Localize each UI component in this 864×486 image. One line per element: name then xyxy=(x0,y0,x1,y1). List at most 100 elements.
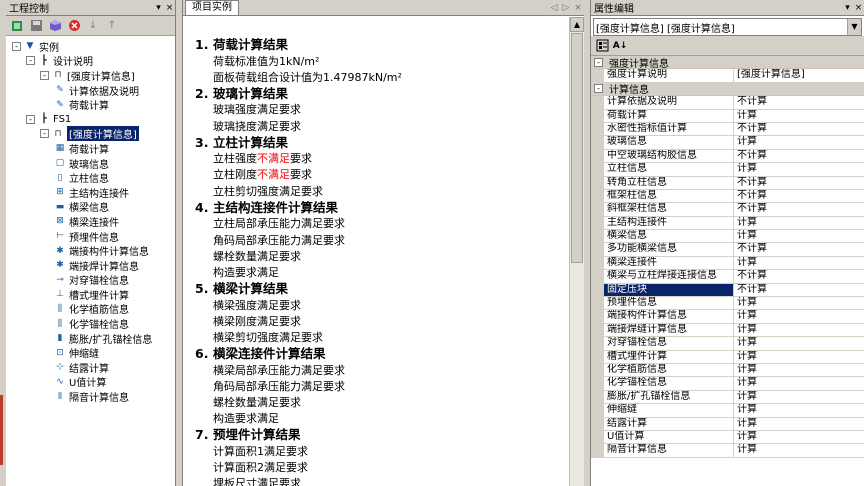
property-row[interactable]: 化学植筋信息 计算 xyxy=(591,363,864,378)
property-value[interactable]: 计算 xyxy=(734,257,864,269)
tree-node[interactable]: ▬ 横梁信息 xyxy=(6,200,175,215)
scroll-up-icon[interactable]: ▲ xyxy=(570,17,584,32)
property-row[interactable]: 端接构件计算信息 计算 xyxy=(591,310,864,324)
collapse-toggle[interactable]: - xyxy=(40,129,49,139)
tab-prev-icon[interactable]: ◁ xyxy=(548,1,560,15)
property-row[interactable]: U值计算 计算 xyxy=(591,430,864,445)
close-icon[interactable]: × xyxy=(164,2,175,14)
property-value[interactable]: 不计算 xyxy=(734,243,864,255)
property-value[interactable]: 计算 xyxy=(734,364,864,376)
tree-node[interactable]: ▯ 立柱信息 xyxy=(6,170,175,186)
property-value[interactable]: 不计算 xyxy=(734,190,864,202)
object-selector[interactable]: [强度计算信息] [强度计算信息] ▼ xyxy=(593,18,862,36)
tree-node[interactable]: ⊥ 槽式埋件计算 xyxy=(6,287,175,302)
property-value[interactable]: 计算 xyxy=(734,404,864,416)
tree-node[interactable]: - ┣ FS1 xyxy=(6,112,175,127)
property-row[interactable]: 多功能横梁信息 不计算 xyxy=(591,243,864,257)
property-value[interactable]: 不计算 xyxy=(734,123,864,135)
property-value[interactable]: 计算 xyxy=(734,310,864,322)
collapse-toggle[interactable]: - xyxy=(40,70,49,80)
tree-node[interactable]: - ⊓ [强度计算信息] xyxy=(6,126,175,142)
sort-az-icon[interactable]: A↓ xyxy=(613,39,628,53)
property-value[interactable]: 计算 xyxy=(734,337,864,349)
property-value[interactable]: 计算 xyxy=(734,351,864,363)
property-value[interactable]: 计算 xyxy=(734,297,864,309)
tree-node[interactable]: ⫼ 化学锚栓信息 xyxy=(6,316,175,332)
property-row[interactable]: 框架柱信息 不计算 xyxy=(591,189,864,204)
property-value[interactable]: 不计算 xyxy=(734,284,864,296)
tree-node[interactable]: ⊡ 伸缩缝 xyxy=(6,345,175,361)
property-row[interactable]: 横梁信息 计算 xyxy=(591,230,864,244)
tree-node[interactable]: - ┣ 设计说明 xyxy=(6,54,175,68)
collapse-toggle[interactable]: - xyxy=(12,41,21,51)
tab-close-icon[interactable]: × xyxy=(572,1,584,15)
tree-node[interactable]: ✎ 荷载计算 xyxy=(6,97,175,113)
tree-node[interactable]: - ⊓ [强度计算信息] xyxy=(6,68,175,83)
property-value[interactable]: 不计算 xyxy=(734,203,864,215)
property-value[interactable]: 计算 xyxy=(734,110,864,122)
property-value[interactable]: 计算 xyxy=(734,391,864,403)
scroll-thumb[interactable] xyxy=(571,33,583,263)
property-value[interactable]: 计算 xyxy=(734,377,864,389)
tree-node[interactable]: ⊸ 对穿锚栓信息 xyxy=(6,273,175,288)
property-value[interactable]: 计算 xyxy=(734,230,864,242)
property-value[interactable]: 计算 xyxy=(734,217,864,229)
tree-node[interactable]: ⦀ 隔音计算信息 xyxy=(6,389,175,405)
tree-node[interactable]: ⊞ 主结构连接件 xyxy=(6,185,175,200)
property-row[interactable]: 横梁连接件 计算 xyxy=(591,256,864,271)
property-row[interactable]: 固定压块 不计算 xyxy=(591,283,864,298)
tree-node[interactable]: ▦ 荷载计算 xyxy=(6,141,175,156)
property-row[interactable]: 计算依据及说明 不计算 xyxy=(591,96,864,110)
tree-node[interactable]: ∿ U值计算 xyxy=(6,375,175,390)
property-row[interactable]: 立柱信息 计算 xyxy=(591,163,864,177)
tree-node[interactable]: ⊢ 预埋件信息 xyxy=(6,229,175,244)
property-category[interactable]: - 强度计算信息 xyxy=(591,56,864,70)
property-value[interactable]: [强度计算信息] xyxy=(734,69,864,81)
property-category[interactable]: - 计算信息 xyxy=(591,82,864,96)
property-value[interactable]: 计算 xyxy=(734,163,864,175)
categorized-icon[interactable] xyxy=(595,39,609,53)
tree-node[interactable]: ⫼ 化学植筋信息 xyxy=(6,302,175,317)
tree-node[interactable]: ⊹ 结露计算 xyxy=(6,360,175,375)
property-row[interactable]: 隔音计算信息 计算 xyxy=(591,444,864,458)
tree-node[interactable]: ⊠ 横梁连接件 xyxy=(6,214,175,229)
collapse-toggle[interactable]: - xyxy=(594,84,603,94)
property-row[interactable]: 膨胀/扩孔锚栓信息 计算 xyxy=(591,390,864,405)
tree-node[interactable]: ✎ 计算依据及说明 xyxy=(6,83,175,98)
property-value[interactable]: 计算 xyxy=(734,418,864,430)
property-row[interactable]: 斜框架柱信息 不计算 xyxy=(591,203,864,217)
property-row[interactable]: 结露计算 计算 xyxy=(591,417,864,431)
property-row[interactable]: 玻璃信息 计算 xyxy=(591,136,864,150)
arrow-down-icon[interactable]: ↓ xyxy=(86,19,100,33)
tab-project-example[interactable]: 项目实例 xyxy=(185,0,239,15)
property-row[interactable]: 对穿锚栓信息 计算 xyxy=(591,337,864,351)
property-value[interactable]: 不计算 xyxy=(734,270,864,282)
property-value[interactable]: 不计算 xyxy=(734,96,864,108)
property-row[interactable]: 转角立柱信息 不计算 xyxy=(591,176,864,190)
property-row[interactable]: 横梁与立柱焊接连接信息 不计算 xyxy=(591,270,864,284)
property-row[interactable]: 主结构连接件 计算 xyxy=(591,216,864,231)
property-value[interactable]: 计算 xyxy=(734,431,864,443)
property-value[interactable]: 计算 xyxy=(734,136,864,148)
property-row[interactable]: 荷载计算 计算 xyxy=(591,109,864,123)
tab-next-icon[interactable]: ▷ xyxy=(560,1,572,15)
save-icon[interactable] xyxy=(29,19,43,33)
tree-node[interactable]: - ▼ 实例 xyxy=(6,39,175,54)
property-row[interactable]: 化学锚栓信息 计算 xyxy=(591,377,864,391)
property-value[interactable]: 不计算 xyxy=(734,150,864,162)
tree-node[interactable]: ▮ 膨胀/扩孔锚栓信息 xyxy=(6,331,175,346)
cube-icon[interactable] xyxy=(48,19,62,33)
collapse-toggle[interactable]: - xyxy=(26,114,35,124)
tree-node[interactable]: ✱ 端接焊计算信息 xyxy=(6,258,175,273)
property-row[interactable]: 槽式埋件计算 计算 xyxy=(591,350,864,364)
close-icon[interactable]: × xyxy=(853,2,864,14)
property-row[interactable]: 中空玻璃结构胶信息 不计算 xyxy=(591,149,864,164)
document-scrollbar[interactable]: ▲ xyxy=(569,17,584,486)
pin-icon[interactable]: ▾ xyxy=(842,2,853,14)
chevron-down-icon[interactable]: ▼ xyxy=(847,19,861,35)
property-row[interactable]: 预埋件信息 计算 xyxy=(591,297,864,311)
pin-icon[interactable]: ▾ xyxy=(153,2,164,14)
new-icon[interactable] xyxy=(10,19,24,33)
tree-node[interactable]: ✱ 端接构件计算信息 xyxy=(6,243,175,259)
tree-node[interactable]: ▢ 玻璃信息 xyxy=(6,156,175,171)
